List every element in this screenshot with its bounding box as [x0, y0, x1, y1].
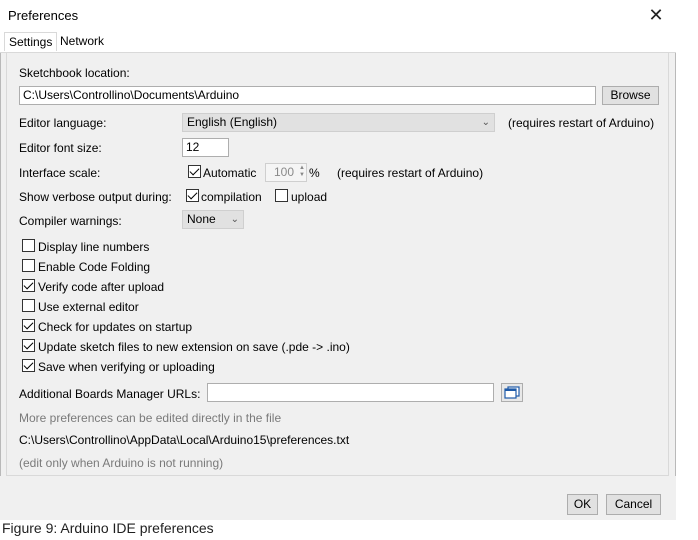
editor-language-note: (requires restart of Arduino) — [508, 116, 655, 130]
compiler-warnings-select[interactable]: None ⌄ — [182, 210, 244, 229]
check-updates-label: Check for updates on startup — [38, 320, 193, 334]
save-when-verifying-checkbox[interactable] — [22, 359, 35, 372]
chevron-down-icon: ⌄ — [230, 214, 239, 225]
sketchbook-label: Sketchbook location: — [19, 66, 130, 80]
compiler-warnings-value: None — [187, 212, 216, 226]
open-window-icon[interactable] — [501, 383, 523, 402]
use-external-editor-label: Use external editor — [38, 300, 139, 314]
tab-network[interactable]: Network — [60, 32, 104, 50]
editor-font-size-label: Editor font size: — [19, 141, 102, 155]
title-bar — [0, 0, 676, 30]
interface-scale-value: 100 — [273, 165, 294, 179]
boards-manager-label: Additional Boards Manager URLs: — [19, 387, 201, 401]
editor-language-label: Editor language: — [19, 116, 107, 130]
editor-language-select[interactable]: English (English) ⌄ — [182, 113, 495, 132]
sketchbook-location-input[interactable]: C:\Users\Controllino\Documents\Arduino — [19, 86, 596, 105]
tab-settings[interactable]: Settings — [4, 32, 58, 51]
more-preferences-text: More preferences can be edited directly … — [19, 411, 282, 425]
close-icon[interactable]: ✕ — [644, 4, 668, 26]
update-sketch-extension-checkbox[interactable] — [22, 339, 35, 352]
spinner-arrows-icon[interactable]: ▲ ▼ — [299, 165, 305, 179]
chevron-down-icon: ⌄ — [481, 117, 490, 128]
compilation-checkbox[interactable] — [186, 189, 199, 202]
interface-scale-note: (requires restart of Arduino) — [337, 166, 484, 180]
compilation-label: compilation — [201, 190, 262, 204]
use-external-editor-checkbox[interactable] — [22, 299, 35, 312]
enable-code-folding-checkbox[interactable] — [22, 259, 35, 272]
boards-manager-urls-input[interactable] — [207, 383, 494, 402]
verbose-output-label: Show verbose output during: — [19, 190, 172, 204]
compiler-warnings-label: Compiler warnings: — [19, 214, 122, 228]
interface-scale-unit: % — [309, 166, 320, 180]
enable-code-folding-label: Enable Code Folding — [38, 260, 151, 274]
check-updates-checkbox[interactable] — [22, 319, 35, 332]
upload-label: upload — [291, 190, 328, 204]
automatic-checkbox[interactable] — [188, 165, 201, 178]
editor-font-size-input[interactable]: 12 — [182, 138, 229, 157]
save-when-verifying-label: Save when verifying or uploading — [38, 360, 215, 374]
browse-button[interactable]: Browse — [602, 86, 659, 105]
window-title: Preferences — [8, 8, 79, 23]
verify-code-label: Verify code after upload — [38, 280, 165, 294]
edit-note: (edit only when Arduino is not running) — [19, 456, 224, 470]
automatic-label: Automatic — [203, 166, 257, 180]
ok-button[interactable]: OK — [567, 494, 598, 515]
interface-scale-spinner[interactable]: 100 ▲ ▼ — [265, 163, 307, 182]
figure-caption: Figure 9: Arduino IDE preferences — [2, 520, 214, 536]
preferences-file-path[interactable]: C:\Users\Controllino\AppData\Local\Ardui… — [19, 433, 349, 447]
display-line-numbers-checkbox[interactable] — [22, 239, 35, 252]
update-sketch-extension-label: Update sketch files to new extension on … — [38, 340, 350, 354]
upload-checkbox[interactable] — [275, 189, 288, 202]
verify-code-checkbox[interactable] — [22, 279, 35, 292]
editor-language-value: English (English) — [187, 115, 278, 129]
cancel-button[interactable]: Cancel — [606, 494, 661, 515]
interface-scale-label: Interface scale: — [19, 166, 101, 180]
display-line-numbers-label: Display line numbers — [38, 240, 150, 254]
